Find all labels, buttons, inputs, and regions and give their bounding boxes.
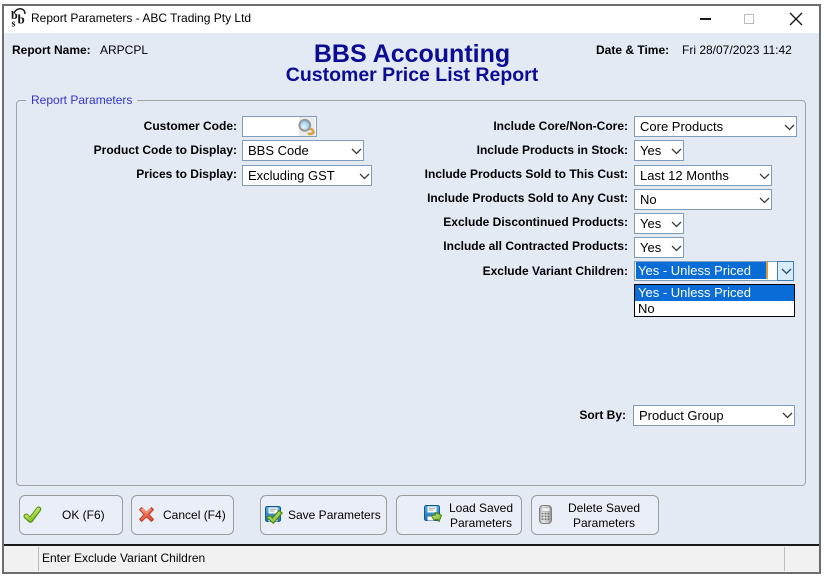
svg-text:s: s [12,19,16,28]
svg-text:b: b [18,12,25,27]
